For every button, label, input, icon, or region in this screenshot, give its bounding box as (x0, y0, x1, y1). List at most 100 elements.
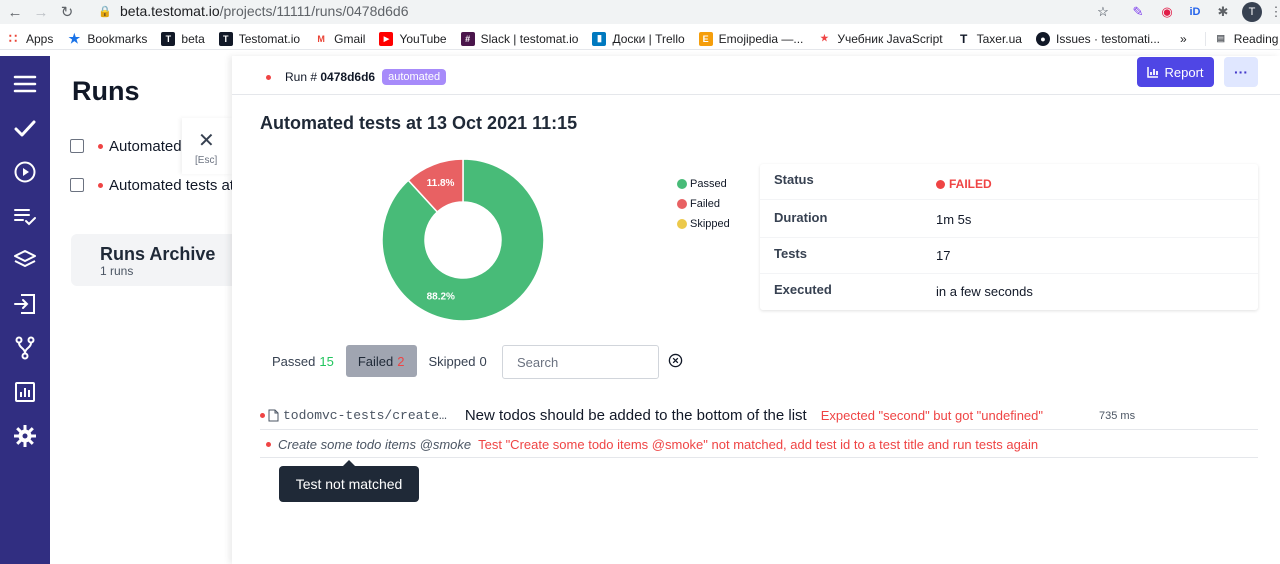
checkmark-icon[interactable] (0, 106, 50, 150)
test-title: New todos should be added to the bottom … (464, 407, 807, 424)
donut-label-passed: 88.2% (427, 292, 455, 303)
tests-value: 17 (936, 248, 951, 263)
report-button[interactable]: Report (1137, 57, 1214, 87)
url-path: /projects/11111/runs/0478d6d6 (219, 3, 409, 19)
result-filter-tabs: Passed 15 Failed 2 Skipped 0 (260, 345, 499, 377)
test-result-row[interactable]: todomvc-tests/create… New todos should b… (260, 402, 1258, 430)
archive-title: Runs Archive (100, 244, 216, 264)
esc-hint: [Esc] (195, 155, 218, 166)
run-title: Automated (109, 137, 182, 155)
runs-archive-card[interactable]: Runs Archive 1 runs (71, 234, 232, 286)
profile-avatar[interactable]: T (1242, 2, 1262, 22)
taxer-icon: T (959, 31, 968, 46)
javascript-icon: ★ (820, 33, 829, 43)
donut-label-failed: 11.8% (427, 178, 455, 189)
results-donut-chart: 88.2% 11.8% (381, 158, 545, 322)
bookmark-javascript[interactable]: ★ Учебник JavaScript (817, 32, 942, 46)
status-dot (98, 182, 103, 188)
bookmark-testomat[interactable]: T Testomat.io (218, 31, 300, 46)
testomat-icon: T (161, 31, 176, 46)
clear-search-icon[interactable] (668, 353, 683, 368)
bookmark-trello[interactable]: ▮ Доски | Trello (592, 31, 685, 46)
star-icon[interactable]: ☆ (1093, 2, 1113, 22)
automated-badge: automated (382, 69, 447, 85)
bookmark-beta[interactable]: Tbeta (161, 31, 205, 46)
bookmark-taxer[interactable]: T Taxer.ua (957, 32, 1022, 46)
run-header: Run # 0478d6d6 automated Report ··· (232, 56, 1280, 95)
bookmark-apps[interactable]: ∷ Apps (6, 30, 54, 46)
run-title: Automated tests at (109, 176, 232, 194)
vpn-extension-icon[interactable]: ◉ (1157, 2, 1177, 22)
reading-list[interactable]: ▤Reading List (1204, 31, 1280, 46)
executed-value: in a few seconds (936, 284, 1033, 299)
bookmark-issues[interactable]: ● Issues · testomati... (1035, 31, 1160, 46)
pen-extension-icon[interactable]: ✎ (1128, 2, 1148, 22)
layers-icon[interactable] (0, 238, 50, 282)
run-list-item[interactable]: Automated tests at (70, 175, 232, 195)
bookmark-slack[interactable]: # Slack | testomat.io (460, 31, 578, 46)
bookmark-gmail[interactable]: M Gmail (314, 32, 365, 46)
tab-passed[interactable]: Passed 15 (260, 345, 346, 377)
duration-row: Duration 1m 5s (760, 202, 1258, 238)
tooltip: Test not matched (279, 460, 419, 502)
search-input[interactable] (502, 345, 659, 379)
more-options-button[interactable]: ··· (1224, 57, 1258, 87)
app-sidebar (0, 56, 50, 564)
test-error: Expected "second" but got "undefined" (820, 408, 1044, 423)
slack-icon: # (460, 31, 475, 46)
bookmark-youtube[interactable]: ▶ YouTube (379, 31, 447, 46)
run-list-item[interactable]: Automated (70, 136, 182, 156)
list-check-icon[interactable] (0, 194, 50, 238)
file-icon (268, 409, 279, 422)
status-dot (260, 413, 265, 418)
youtube-icon: ▶ (379, 31, 394, 46)
test-title: Create some todo items @smoke (278, 437, 472, 452)
puzzle-icon[interactable]: ✱ (1213, 2, 1233, 22)
bookmark-bookmarks[interactable]: ★ Bookmarks (67, 31, 148, 46)
legend-item-failed[interactable]: Failed (677, 194, 730, 214)
test-result-row[interactable]: Create some todo items @smoke Test "Crea… (260, 432, 1258, 458)
gear-icon[interactable] (0, 414, 50, 458)
forward-icon[interactable]: → (30, 1, 52, 23)
status-dot (266, 442, 271, 447)
chart-legend: Passed Failed Skipped (677, 174, 730, 234)
run-checkbox[interactable] (70, 178, 84, 192)
play-circle-icon[interactable] (0, 150, 50, 194)
more-bookmarks-button[interactable]: » (1180, 32, 1187, 46)
gmail-icon: M (317, 33, 325, 44)
status-dot (266, 74, 271, 80)
status-dot (98, 143, 103, 149)
apps-grid-icon: ∷ (8, 30, 18, 46)
status-value: FAILED (949, 177, 992, 191)
menu-icon[interactable] (0, 62, 50, 106)
bookmark-emojipedia[interactable]: E Emojipedia —... (698, 31, 803, 46)
failed-dot (936, 179, 945, 189)
legend-swatch (677, 219, 687, 229)
bookmarks-bar: ∷ Apps ★ Bookmarks Tbeta T Testomat.io M Gma… (0, 28, 1280, 50)
github-icon: ● (1035, 31, 1050, 46)
address-bar[interactable]: 🔒 beta.testomat.io/projects/11111/runs/0… (88, 0, 1118, 22)
test-file: todomvc-tests/create… (283, 408, 447, 423)
test-duration: 735 ms (1099, 409, 1136, 422)
run-id: Run # 0478d6d6 automated (266, 69, 447, 85)
id-extension-icon[interactable]: iD (1185, 2, 1205, 22)
tab-skipped[interactable]: Skipped 0 (417, 345, 499, 377)
back-icon[interactable]: ← (4, 1, 26, 23)
reload-icon[interactable]: ↻ (56, 1, 78, 23)
trello-icon: ▮ (592, 31, 607, 46)
run-detail-panel: Run # 0478d6d6 automated Report ··· Auto… (232, 56, 1280, 564)
tab-failed[interactable]: Failed 2 (345, 345, 417, 377)
analytics-icon[interactable] (0, 370, 50, 414)
import-icon[interactable] (0, 282, 50, 326)
legend-item-passed[interactable]: Passed (677, 174, 730, 194)
test-error: Test "Create some todo items @smoke" not… (478, 437, 1039, 452)
reading-list-icon: ▤ (1216, 33, 1225, 43)
kebab-menu-icon[interactable]: ⋮ (1266, 2, 1280, 22)
run-status-card: Status FAILED Duration 1m 5s Tests 17 Ex… (760, 164, 1258, 310)
run-checkbox[interactable] (70, 139, 84, 153)
legend-item-skipped[interactable]: Skipped (677, 214, 730, 234)
duration-value: 1m 5s (936, 212, 972, 227)
branch-icon[interactable] (0, 326, 50, 370)
run-id-label: Run # (285, 70, 318, 84)
close-panel-button[interactable]: ✕ [Esc] (182, 118, 232, 174)
